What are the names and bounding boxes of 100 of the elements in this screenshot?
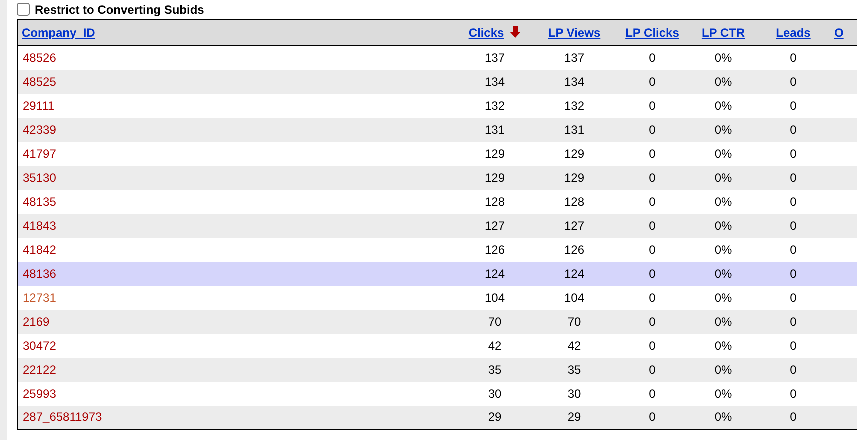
table-cell: 131 xyxy=(458,118,532,142)
table-cell: 124 xyxy=(458,262,532,286)
table-cell: 129 xyxy=(458,166,532,190)
table-cell: 0 xyxy=(758,94,828,118)
table-cell: 0 xyxy=(616,286,688,310)
table-cell: 30 xyxy=(532,382,616,406)
column-header-link[interactable]: Company_ID xyxy=(22,26,96,40)
company-id-cell[interactable]: 48135 xyxy=(18,190,458,214)
table-cell: 0% xyxy=(688,262,758,286)
company-id-cell[interactable]: 41797 xyxy=(18,142,458,166)
checkbox-label: Restrict to Converting Subids xyxy=(35,2,204,18)
table-cell: 0% xyxy=(688,190,758,214)
table-cell: 35 xyxy=(532,358,616,382)
table-cell: 0 xyxy=(758,142,828,166)
table-cell: 0% xyxy=(688,70,758,94)
table-cell: 0 xyxy=(616,310,688,334)
table-cell: 0 xyxy=(616,262,688,286)
company-id-cell[interactable]: 22122 xyxy=(18,358,458,382)
table-cell: 126 xyxy=(532,238,616,262)
table-cell: 0 xyxy=(616,46,688,70)
table-cell: 0% xyxy=(688,94,758,118)
company-id-cell[interactable]: 287_65811973 xyxy=(18,406,458,430)
company-id-cell[interactable]: 48526 xyxy=(18,46,458,70)
table-cell: 128 xyxy=(532,190,616,214)
table-cell: 126 xyxy=(458,238,532,262)
table-cell: 0 xyxy=(758,310,828,334)
table-cell: 0 xyxy=(758,334,828,358)
table-cell: 0 xyxy=(758,190,828,214)
table-cell: 29 xyxy=(458,406,532,430)
table-cell: 0 xyxy=(616,382,688,406)
table-cell: 0 xyxy=(616,166,688,190)
company-id-cell[interactable]: 42339 xyxy=(18,118,458,142)
table-cell: 127 xyxy=(458,214,532,238)
table-cell: 129 xyxy=(532,142,616,166)
table-cell: 42 xyxy=(458,334,532,358)
table-cell: 137 xyxy=(532,46,616,70)
table-cell: 0 xyxy=(616,118,688,142)
table-cell: 129 xyxy=(532,166,616,190)
company-id-cell[interactable]: 12731 xyxy=(18,286,458,310)
table-cell: 0% xyxy=(688,406,758,430)
table-cell: 0% xyxy=(688,382,758,406)
table-cell: 128 xyxy=(458,190,532,214)
table-cell: 35 xyxy=(458,358,532,382)
table-cell: 0 xyxy=(758,166,828,190)
table-cell: 0 xyxy=(616,142,688,166)
table-cell: 129 xyxy=(458,142,532,166)
company-id-cell[interactable]: 30472 xyxy=(18,334,458,358)
table-cell: 0 xyxy=(758,70,828,94)
table-cell: 0 xyxy=(616,190,688,214)
table-cell: 42 xyxy=(532,334,616,358)
table-cell: 0% xyxy=(688,118,758,142)
table-cell: 0 xyxy=(758,214,828,238)
table-cell: 134 xyxy=(532,70,616,94)
table-cell: 0 xyxy=(758,238,828,262)
company-id-cell[interactable]: 25993 xyxy=(18,382,458,406)
table-cell: 0% xyxy=(688,46,758,70)
table-cell: 0% xyxy=(688,358,758,382)
table-cell: 0% xyxy=(688,310,758,334)
table-cell: 137 xyxy=(458,46,532,70)
table-cell: 0% xyxy=(688,214,758,238)
table-cell: 0% xyxy=(688,142,758,166)
table-cell: 132 xyxy=(532,94,616,118)
table-cell: 124 xyxy=(532,262,616,286)
table-cell: 0 xyxy=(758,46,828,70)
company-id-cell[interactable]: 35130 xyxy=(18,166,458,190)
table-cell: 70 xyxy=(458,310,532,334)
table-cell: 70 xyxy=(532,310,616,334)
table-cell: 0 xyxy=(758,358,828,382)
table-cell: 127 xyxy=(532,214,616,238)
table-cell: 104 xyxy=(532,286,616,310)
table-cell: 0 xyxy=(616,358,688,382)
table-cell: 0% xyxy=(688,334,758,358)
table-cell: 0% xyxy=(688,286,758,310)
company-id-cell[interactable]: 2169 xyxy=(18,310,458,334)
column-header-link[interactable]: O xyxy=(834,26,844,40)
table-cell: 0 xyxy=(616,214,688,238)
table-cell: 0 xyxy=(758,382,828,406)
table-cell: 0 xyxy=(758,406,828,430)
table-cell: 0% xyxy=(688,238,758,262)
table-cell: 0 xyxy=(758,118,828,142)
table-cell: 0 xyxy=(616,70,688,94)
table-cell: 131 xyxy=(532,118,616,142)
company-id-cell[interactable]: 29111 xyxy=(18,94,458,118)
table-cell: 0 xyxy=(616,238,688,262)
company-id-cell[interactable]: 41843 xyxy=(18,214,458,238)
table-cell: 29 xyxy=(532,406,616,430)
table-cell: 134 xyxy=(458,70,532,94)
table-cell: 0 xyxy=(758,286,828,310)
table-cell: 104 xyxy=(458,286,532,310)
table-cell: 0 xyxy=(616,94,688,118)
company-id-cell[interactable]: 48525 xyxy=(18,70,458,94)
table-cell: 0% xyxy=(688,166,758,190)
table-cell: 30 xyxy=(458,382,532,406)
table-cell: 0 xyxy=(616,406,688,430)
restrict-checkbox[interactable] xyxy=(17,3,30,16)
table-cell: 0 xyxy=(758,262,828,286)
company-id-cell[interactable]: 48136 xyxy=(18,262,458,286)
table-cell: 132 xyxy=(458,94,532,118)
table-cell: 0 xyxy=(616,334,688,358)
company-id-cell[interactable]: 41842 xyxy=(18,238,458,262)
